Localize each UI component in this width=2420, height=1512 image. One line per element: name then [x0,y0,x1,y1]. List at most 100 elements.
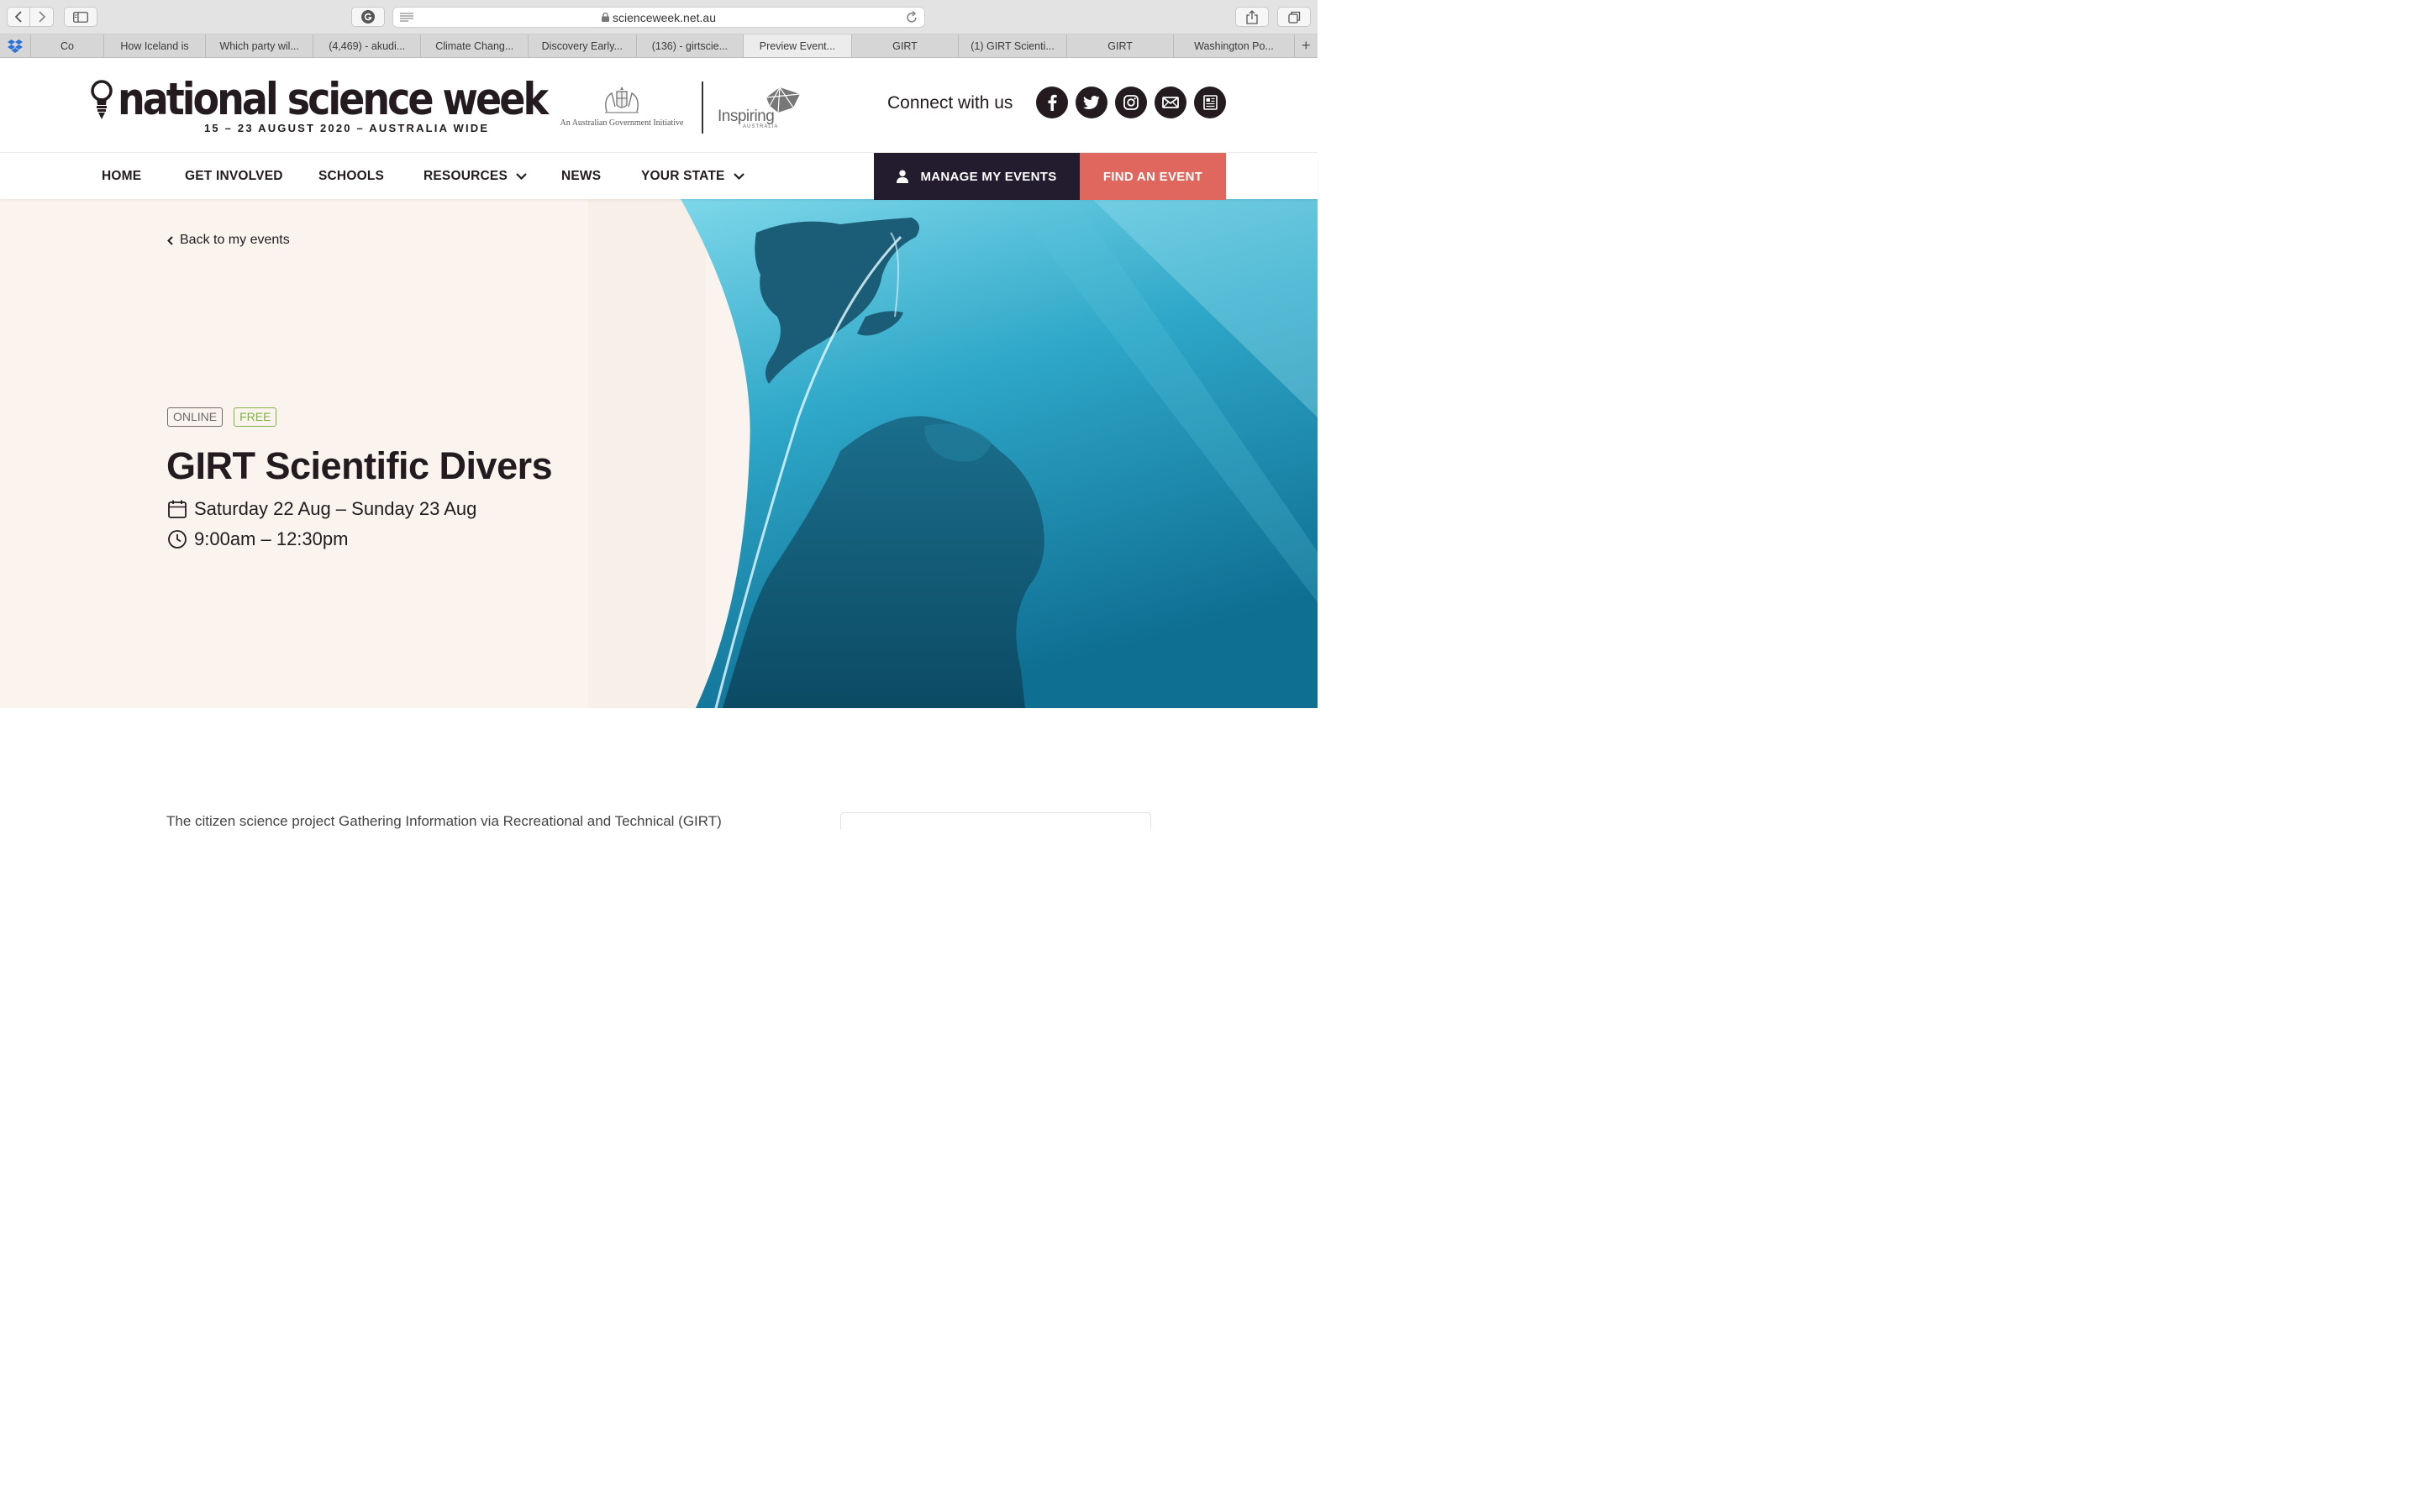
main-navigation: HOME GET INVOLVED SCHOOLS RESOURCES NEWS… [0,152,1318,200]
calendar-icon [168,500,187,518]
nav-schools-label: SCHOOLS [318,169,385,183]
nav-your-state[interactable]: YOUR STATE [641,153,744,200]
event-badges: ONLINE FREE [167,407,277,427]
tabs-overview-icon [1287,11,1300,24]
inspiring-australia-logo: Inspiring AUSTRALIA [718,86,810,133]
browser-tab[interactable]: (1) GIRT Scienti... [959,34,1067,57]
back-to-my-events-link[interactable]: Back to my events [167,233,290,248]
browser-tab[interactable]: Washington Po... [1174,34,1295,57]
gov-initiative-text: An Australian Government Initiative [560,118,684,128]
browser-tab-label: GIRT [1107,39,1133,52]
logo-divider [702,81,703,134]
logo-tagline: 15 – 23 AUGUST 2020 – AUSTRALIA WIDE [204,122,490,134]
nav-home-label: HOME [102,169,142,183]
online-badge: ONLINE [167,407,224,427]
browser-tab[interactable]: How Iceland is [104,34,207,57]
address-bar[interactable]: scienceweek.net.au [392,7,925,28]
grammarly-icon [361,10,375,24]
chevron-down-icon [733,173,744,180]
event-dates: Saturday 22 Aug – Sunday 23 Aug [167,498,476,520]
browser-tab-label: (4,469) - akudi... [329,39,406,52]
browser-tab[interactable]: GIRT [852,34,960,57]
lock-icon [602,13,610,22]
facebook-link[interactable] [1036,87,1068,118]
site-logo[interactable]: national science week 15 – 23 AUGUST 202… [89,76,549,135]
event-description: The citizen science project Gathering In… [166,813,722,829]
browser-tab-label: GIRT [892,39,918,52]
new-tab-icon: + [1302,37,1311,54]
browser-tab[interactable]: GIRT [1067,34,1175,57]
browser-tab-label: How Iceland is [120,39,189,52]
find-an-event-button[interactable]: FIND AN EVENT [1080,153,1226,200]
email-link[interactable] [1155,87,1186,118]
browser-tab[interactable]: Discovery Early... [529,34,637,57]
connect-label: Connect with us [887,93,1013,113]
manage-my-events-label: MANAGE MY EVENTS [920,169,1057,184]
twitter-icon [1083,95,1100,109]
browser-tab[interactable]: Climate Chang... [421,34,529,57]
grammarly-extension-button[interactable] [351,7,385,27]
browser-tab[interactable]: Co [31,34,104,57]
event-title: GIRT Scientific Divers [166,444,553,487]
lightbulb-icon [91,80,113,119]
browser-tab[interactable]: Which party wil... [206,34,313,57]
chevron-left-icon [167,235,173,245]
sidebar-icon [73,11,88,23]
inspiring-subtext: AUSTRALIA [743,124,779,129]
reload-icon[interactable] [906,11,918,24]
instagram-icon [1123,95,1139,110]
email-icon [1162,97,1179,108]
nav-get-involved-label: GET INVOLVED [185,169,283,183]
government-initiative-logo: An Australian Government Initiative [555,87,689,134]
newsletter-icon [1202,95,1218,110]
nav-home[interactable]: HOME [102,153,141,200]
browser-tab-label: Co [60,39,74,52]
dropbox-icon [8,39,24,53]
browser-tab-label: Which party wil... [219,39,299,52]
nav-schools[interactable]: SCHOOLS [318,153,384,200]
browser-tab[interactable]: Preview Event... [744,34,852,57]
browser-tab[interactable]: (136) - girtscie... [637,34,744,57]
browser-tab-label: Discovery Early... [541,39,623,52]
coat-of-arms-icon [605,87,639,113]
newsletter-link[interactable] [1194,87,1226,118]
share-button[interactable] [1235,7,1269,27]
url-text: scienceweek.net.au [613,10,716,24]
back-button[interactable] [7,7,30,27]
event-time: 9:00am – 12:30pm [167,528,348,550]
tab-overview-button[interactable] [1277,7,1311,27]
nav-news[interactable]: NEWS [561,153,601,200]
nav-your-state-label: YOUR STATE [641,169,725,183]
browser-tab-label: Climate Chang... [435,39,514,52]
twitter-link[interactable] [1076,87,1107,118]
site-header: national science week 15 – 23 AUGUST 202… [0,58,1318,152]
user-icon [897,170,909,183]
nav-resources-label: RESOURCES [424,169,508,183]
chevron-down-icon [516,173,527,180]
browser-toolbar: scienceweek.net.au [0,0,1318,34]
forward-icon [38,11,45,23]
browser-tab-label: Preview Event... [759,39,836,52]
nav-resources[interactable]: RESOURCES [424,153,527,200]
browser-tab-label: (1) GIRT Scienti... [971,39,1055,52]
event-sidebar-card [840,812,1151,829]
logo-wordmark: national science week [118,72,549,125]
browser-tab-label: Washington Po... [1194,39,1274,52]
new-tab-button[interactable]: + [1295,34,1318,57]
dropbox-tab[interactable] [0,34,32,57]
browser-tab-label: (136) - girtscie... [651,39,729,52]
instagram-link[interactable] [1115,87,1147,118]
browser-tab[interactable]: (4,469) - akudi... [313,34,422,57]
reader-icon[interactable] [400,13,413,22]
nav-news-label: NEWS [561,169,602,183]
tab-bar: Co How Iceland is Which party wil... (4,469… [0,34,1318,58]
free-badge: FREE [234,407,277,427]
inspiring-text: Inspiring [718,108,775,125]
forward-button[interactable] [30,7,54,27]
sidebar-toggle-button[interactable] [64,7,97,27]
find-an-event-label: FIND AN EVENT [1102,169,1203,184]
facebook-icon [1048,94,1057,111]
nav-get-involved[interactable]: GET INVOLVED [185,153,283,200]
manage-my-events-button[interactable]: MANAGE MY EVENTS [874,153,1080,200]
clock-icon [168,530,187,549]
